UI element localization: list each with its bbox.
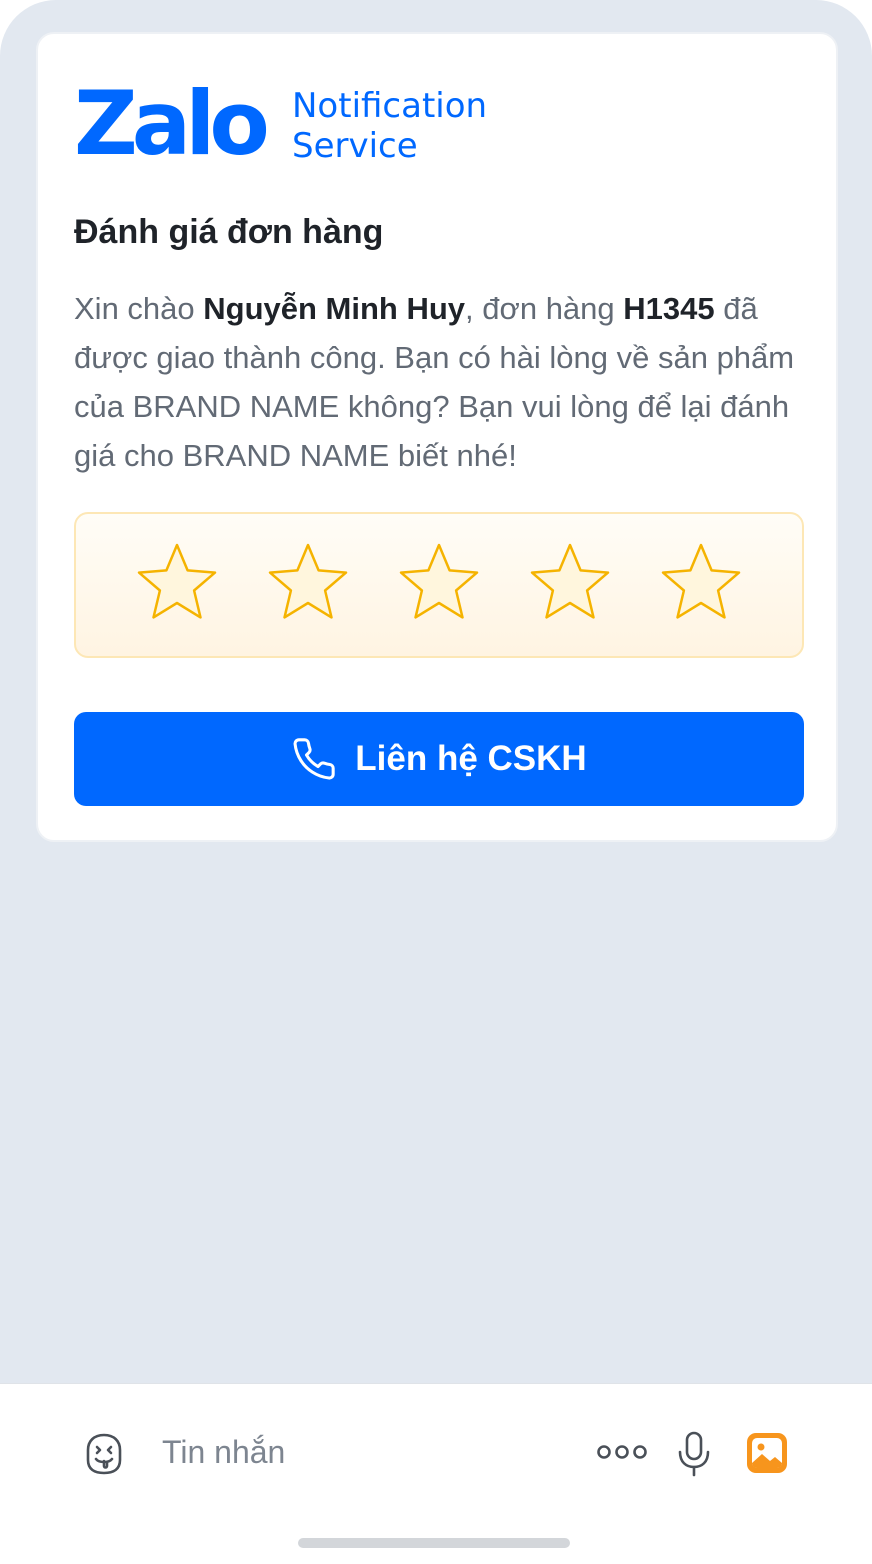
microphone-icon[interactable] <box>676 1430 712 1478</box>
notification-title: Đánh giá đơn hàng <box>74 213 384 251</box>
phone-icon <box>291 736 337 782</box>
photo-icon[interactable] <box>746 1432 788 1474</box>
zalo-logo: Zalo <box>74 72 270 175</box>
service-line-2: Service <box>292 126 418 166</box>
star-4-icon[interactable] <box>525 540 615 630</box>
customer-name: Nguyễn Minh Huy <box>203 291 466 326</box>
service-label: Notification Service <box>292 86 552 166</box>
star-1-icon[interactable] <box>132 540 222 630</box>
home-indicator <box>298 1538 570 1548</box>
star-rating <box>74 512 804 658</box>
notification-card: Zalo Notification Service Đánh giá đơn h… <box>36 32 838 842</box>
star-5-icon[interactable] <box>656 540 746 630</box>
screen: Zalo Notification Service Đánh giá đơn h… <box>0 0 872 1564</box>
emoji-icon[interactable] <box>80 1430 128 1478</box>
notification-message: Xin chào Nguyễn Minh Huy, đơn hàng H1345… <box>74 284 814 480</box>
message-composer: Tin nhắn <box>0 1383 872 1564</box>
message-input[interactable]: Tin nhắn <box>162 1430 285 1474</box>
contact-support-label: Liên hệ CSKH <box>355 739 587 778</box>
greeting-text: Xin chào <box>74 291 204 326</box>
service-line-1: Notification <box>292 86 488 126</box>
star-2-icon[interactable] <box>263 540 353 630</box>
more-dots-icon[interactable] <box>596 1442 648 1462</box>
star-3-icon[interactable] <box>394 540 484 630</box>
contact-support-button[interactable]: Liên hệ CSKH <box>74 712 804 806</box>
order-prefix-text: , đơn hàng <box>465 291 624 326</box>
order-id: H1345 <box>623 291 715 326</box>
